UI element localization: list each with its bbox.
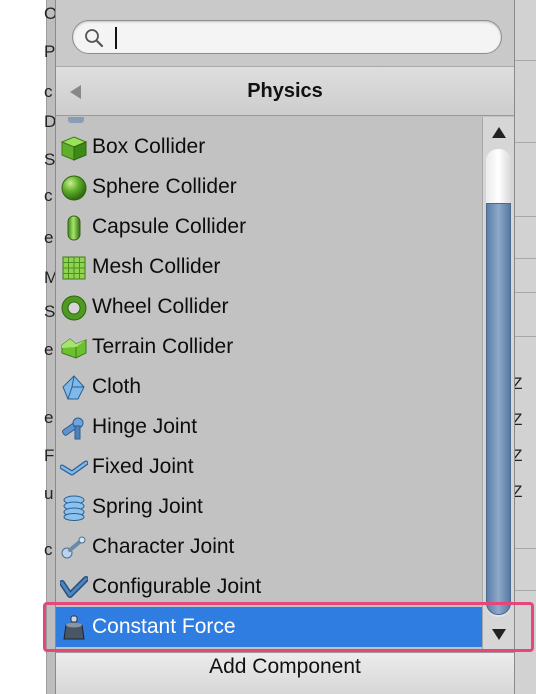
component-list-item-label: Mesh Collider xyxy=(92,255,221,278)
wheel-collider-icon xyxy=(60,295,88,321)
background-divider xyxy=(512,336,536,337)
component-list-item-label: Terrain Collider xyxy=(92,335,234,358)
background-divider xyxy=(512,548,536,549)
text-caret xyxy=(115,27,117,49)
component-list-item-label: Capsule Collider xyxy=(92,215,247,238)
component-list-item[interactable]: Box Collider xyxy=(56,127,482,167)
component-list-item[interactable]: Hinge Joint xyxy=(56,407,482,447)
hinge-joint-icon xyxy=(60,415,88,441)
component-list-item[interactable]: Wheel Collider xyxy=(56,287,482,327)
background-divider xyxy=(512,590,536,591)
terrain-collider-icon xyxy=(60,335,88,361)
search-input[interactable] xyxy=(115,24,485,50)
category-header: Physics xyxy=(56,66,514,116)
component-list-item[interactable]: Mesh Collider xyxy=(56,247,482,287)
background-divider xyxy=(512,292,536,293)
component-list-item-label: Configurable Joint xyxy=(92,575,262,598)
sphere-collider-icon xyxy=(60,175,88,201)
component-list-item-label: Wheel Collider xyxy=(92,295,229,318)
box-collider-icon xyxy=(60,135,88,161)
component-list-item[interactable]: Sphere Collider xyxy=(56,167,482,207)
component-list-item-label: Hinge Joint xyxy=(92,415,198,438)
character-joint-icon xyxy=(60,535,88,561)
selection-highlight-outline xyxy=(43,602,534,652)
mesh-collider-icon xyxy=(60,255,88,281)
component-list-item-label: Fixed Joint xyxy=(92,455,194,478)
capsule-collider-icon xyxy=(60,215,88,241)
component-list: Box Collider Sphere Collider Capsule Colli… xyxy=(56,117,482,652)
fixed-joint-icon xyxy=(59,455,89,481)
category-title: Physics xyxy=(247,80,323,102)
component-list-item[interactable]: Terrain Collider xyxy=(56,327,482,367)
search-icon xyxy=(85,29,104,48)
scroll-track[interactable] xyxy=(486,149,511,617)
cloth-icon xyxy=(60,375,88,401)
spring-joint-icon xyxy=(60,495,88,521)
add-component-button[interactable]: Add Component xyxy=(56,652,514,694)
scroll-up-arrow[interactable] xyxy=(483,117,514,147)
component-list-item[interactable]: Spring Joint xyxy=(56,487,482,527)
scroll-thumb[interactable] xyxy=(486,203,511,615)
background-divider xyxy=(512,60,536,61)
component-list-item[interactable]: Capsule Collider xyxy=(56,207,482,247)
search-area xyxy=(56,0,514,66)
add-component-popup: Physics Box Collider Sphere Collider Capsu… xyxy=(55,0,515,694)
configurable-joint-icon xyxy=(59,575,89,601)
component-list-item-label: Cloth xyxy=(92,375,142,398)
component-list-item-label: Sphere Collider xyxy=(92,175,237,198)
scrollbar[interactable] xyxy=(482,117,514,652)
scroll-thumb-cap xyxy=(486,149,511,203)
partial-list-item-icon xyxy=(68,117,84,123)
search-box[interactable] xyxy=(72,20,502,54)
component-list-item[interactable]: Fixed Joint xyxy=(56,447,482,487)
background-divider xyxy=(512,216,536,217)
component-list-item[interactable]: Cloth xyxy=(56,367,482,407)
background-divider xyxy=(512,258,536,259)
component-list-item-label: Character Joint xyxy=(92,535,235,558)
component-list-item-label: Box Collider xyxy=(92,135,206,158)
component-list-item-label: Spring Joint xyxy=(92,495,203,518)
component-list-item[interactable]: Character Joint xyxy=(56,527,482,567)
background-divider xyxy=(512,142,536,143)
component-list-item[interactable]: Configurable Joint xyxy=(56,567,482,607)
